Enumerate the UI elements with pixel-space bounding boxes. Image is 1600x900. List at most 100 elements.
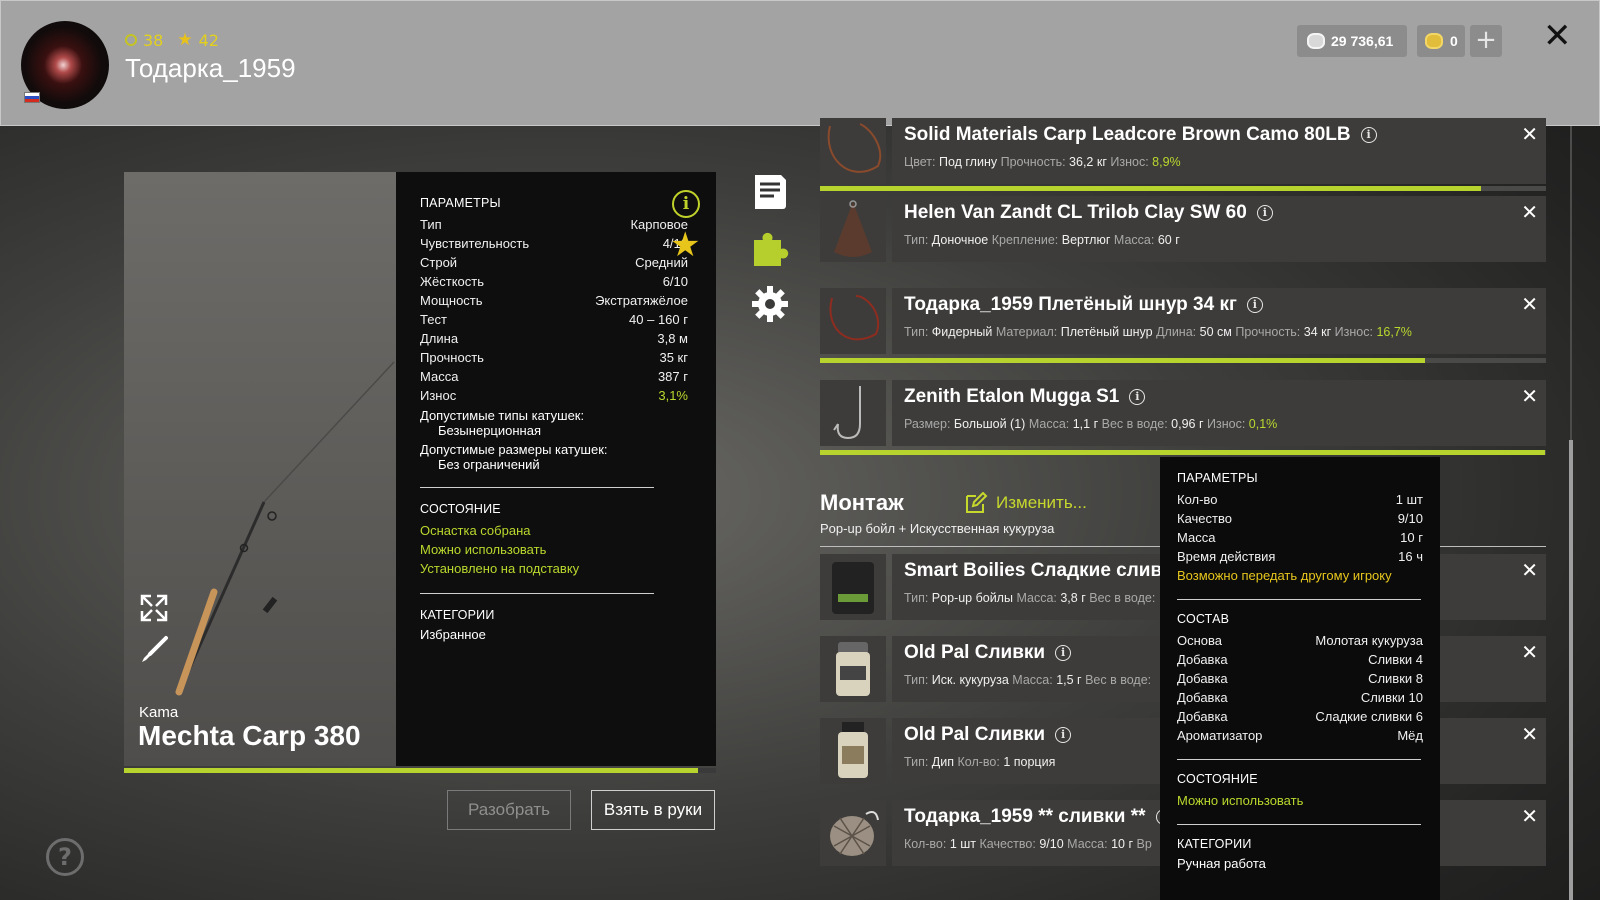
rod-preview [124,172,396,766]
item-title: Helen Van Zandt CL Trilob Clay SW 60 [904,202,1247,223]
item-title: Тодарка_1959 ** сливки ** [904,806,1146,827]
remove-icon[interactable]: ✕ [1521,806,1538,826]
wear-fill [820,358,1425,363]
meta-key: Масса: [1113,233,1155,247]
meta-key: Масса: [1016,591,1057,605]
meta-value: Доночное [931,233,989,247]
tackle-item-hook[interactable]: Zenith Etalon Mugga S1 i Размер: Большой … [820,380,1546,446]
meta-value: Иск. кукуруза [931,673,1009,687]
param-key: Мощность [420,293,483,308]
gear-icon[interactable] [750,284,790,324]
meta-value: 60 г [1157,233,1180,247]
scrollbar-thumb[interactable] [1569,440,1573,900]
remove-icon[interactable]: ✕ [1521,724,1538,744]
montage-edit-button[interactable]: Изменить... [964,492,1087,514]
remove-icon[interactable]: ✕ [1521,202,1538,222]
meta-key: Масса: [1012,673,1053,687]
leadcore-thumb [820,118,886,184]
param-value: Молотая кукуруза [1315,633,1423,648]
remove-icon[interactable]: ✕ [1521,386,1538,406]
tackle-item-line[interactable]: Тодарка_1959 Плетёный шнур 34 кг i Тип: Ф… [820,288,1546,354]
item-meta: Тип: Фидерный Материал: Плетёный шнур Дл… [904,325,1534,339]
close-button[interactable]: ✕ [1543,19,1572,53]
disassemble-button[interactable]: Разобрать [447,790,571,830]
expand-icon[interactable] [138,592,170,624]
add-gold-button[interactable]: + [1470,25,1502,57]
param-row: Масса 10 г [1177,528,1423,547]
param-key: Основа [1177,633,1223,648]
meta-value: 0,1% [1248,417,1278,431]
reel-sizes-value: Без ограничений [438,457,540,472]
meta-value: Вертлюг [1061,233,1111,247]
puzzle-icon[interactable] [750,228,790,268]
paint-brush-icon[interactable] [138,634,170,666]
remove-icon[interactable]: ✕ [1521,560,1538,580]
meta-value: Под глину [938,155,998,169]
param-value: 3,8 м [657,331,688,346]
wear-fill [820,450,1546,455]
meta-key: Износ: [1110,155,1149,169]
meta-key: Тип: [904,673,929,687]
mesh-bag-thumb [820,800,886,866]
item-title: Тодарка_1959 Плетёный шнур 34 кг [904,294,1237,315]
remove-icon[interactable]: ✕ [1521,294,1538,314]
info-icon[interactable]: i [1055,727,1072,743]
param-value: 35 кг [659,350,688,365]
param-value: Сливки 8 [1368,671,1423,686]
param-row: Добавка Сливки 4 [1177,650,1423,669]
meta-value: Дип [931,755,955,769]
sinker-thumb [820,196,886,262]
item-title: Old Pal Сливки [904,724,1046,745]
info-icon[interactable]: i [1246,297,1263,313]
meta-value: 0,96 г [1171,417,1204,431]
gold-coin-icon [1425,33,1443,49]
meta-key: Вес в воде: [1085,673,1152,687]
tackle-item-sinker[interactable]: Helen Van Zandt CL Trilob Clay SW 60 i Ти… [820,196,1546,262]
info-icon[interactable]: i [672,190,700,218]
tackle-item-leader[interactable]: Solid Materials Carp Leadcore Brown Camo… [820,118,1546,184]
info-icon[interactable]: i [1055,645,1072,661]
meta-key: Износ: [1207,417,1246,431]
reel-types-label: Допустимые типы катушек: [420,408,585,423]
param-row: Тест 40 – 160 г [420,310,688,329]
meta-value: 36,2 кг [1069,155,1107,169]
item-meta: Тип: Доночное Крепление: Вертлюг Масса: … [904,233,1534,247]
meta-key: Тип: [904,755,929,769]
remove-icon[interactable]: ✕ [1521,124,1538,144]
meta-key: Прочность: [1235,325,1301,339]
rank-star-icon: ★ [177,30,193,50]
meta-key: Тип: [904,233,929,247]
montage-title: Монтаж [820,490,904,515]
take-in-hands-button[interactable]: Взять в руки [591,790,715,830]
param-value: 9/10 [1397,511,1423,526]
param-key: Длина [420,331,459,346]
param-value: Сливки 10 [1360,690,1423,705]
meta-key: Прочность: [1000,155,1066,169]
info-icon[interactable]: i [1129,389,1146,405]
help-icon[interactable]: ? [46,838,84,876]
state-title: СОСТОЯНИЕ [420,502,501,516]
param-value: 40 – 160 г [629,312,688,327]
param-key: Тип [420,217,442,232]
param-key: Добавка [1177,709,1228,724]
info-icon[interactable]: i [1256,205,1273,221]
favorite-star-icon[interactable]: ★ [670,228,700,262]
param-row: Масса 387 г [420,367,688,386]
meta-key: Качество: [979,837,1036,851]
transfer-note: Возможно передать другому игроку [1177,568,1392,583]
param-key: Износ [420,388,457,403]
state-line: Установлено на подставку [420,561,580,576]
remove-icon[interactable]: ✕ [1521,642,1538,662]
tooltip-state: Можно использовать [1177,793,1304,808]
param-value: 387 г [657,369,688,384]
param-row: Износ 3,1% [420,386,688,405]
param-row: Время действия 16 ч [1177,547,1423,566]
info-icon[interactable]: i [1360,127,1377,143]
meta-value: 16,7% [1376,325,1412,339]
document-icon[interactable] [750,172,790,212]
params-title: ПАРАМЕТРЫ [420,196,501,210]
boilie-bag-thumb [820,554,886,620]
param-value: 6/10 [662,274,688,289]
param-row: Строй Средний [420,253,688,272]
meta-key: Материал: [995,325,1058,339]
